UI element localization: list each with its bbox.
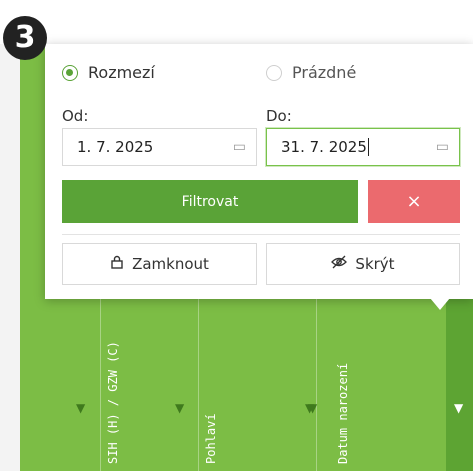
radio-empty-label: Prázdné bbox=[292, 63, 357, 82]
filter-icon[interactable]: ▼ bbox=[175, 402, 184, 414]
to-date-value: 31. 7. 2025 bbox=[281, 137, 367, 156]
from-date-value: 1. 7. 2025 bbox=[77, 138, 154, 156]
hide-button-label: Skrýt bbox=[355, 255, 395, 273]
radio-range[interactable]: Rozmezí bbox=[62, 63, 155, 82]
to-label: Do: bbox=[266, 107, 292, 125]
lock-button[interactable]: Zamknout bbox=[62, 243, 257, 285]
active-filter-icon[interactable]: ▼ bbox=[454, 402, 463, 414]
radio-empty[interactable]: Prázdné bbox=[266, 63, 356, 82]
column-label: Datum narození bbox=[336, 362, 350, 464]
clear-filter-button[interactable]: × bbox=[368, 180, 460, 223]
from-date-input[interactable]: 1. 7. 2025 ▭ bbox=[62, 128, 257, 166]
lock-icon bbox=[110, 255, 124, 273]
hide-button[interactable]: Skrýt bbox=[266, 243, 460, 285]
column-label: Pohlaví bbox=[204, 413, 218, 464]
to-date-input[interactable]: 31. 7. 2025 ▭ bbox=[266, 128, 460, 166]
page-top-area bbox=[0, 0, 473, 45]
column-label: SIH (H) / GZW (C) bbox=[106, 341, 120, 464]
divider bbox=[62, 234, 460, 235]
filter-icon[interactable]: ▼ bbox=[308, 402, 317, 414]
left-gutter bbox=[0, 44, 20, 471]
lock-button-label: Zamknout bbox=[132, 255, 209, 273]
popup-pointer-arrow bbox=[430, 298, 450, 310]
step-number-badge: 3 bbox=[3, 16, 47, 60]
eye-off-icon bbox=[331, 255, 348, 273]
filter-icon[interactable]: ▼ bbox=[76, 402, 85, 414]
radio-range-label: Rozmezí bbox=[88, 63, 155, 82]
from-label: Od: bbox=[62, 107, 89, 125]
filter-button[interactable]: Filtrovat bbox=[62, 180, 358, 223]
calendar-icon[interactable]: ▭ bbox=[233, 139, 246, 155]
text-caret bbox=[367, 138, 369, 157]
to-date-value-wrap: 31. 7. 2025 bbox=[281, 138, 436, 157]
date-filter-popup: Rozmezí Prázdné Od: Do: 1. 7. 2025 ▭ 31.… bbox=[45, 44, 473, 299]
calendar-icon[interactable]: ▭ bbox=[436, 139, 449, 155]
radio-unchecked-icon[interactable] bbox=[266, 64, 282, 81]
radio-checked-icon[interactable] bbox=[62, 64, 78, 81]
